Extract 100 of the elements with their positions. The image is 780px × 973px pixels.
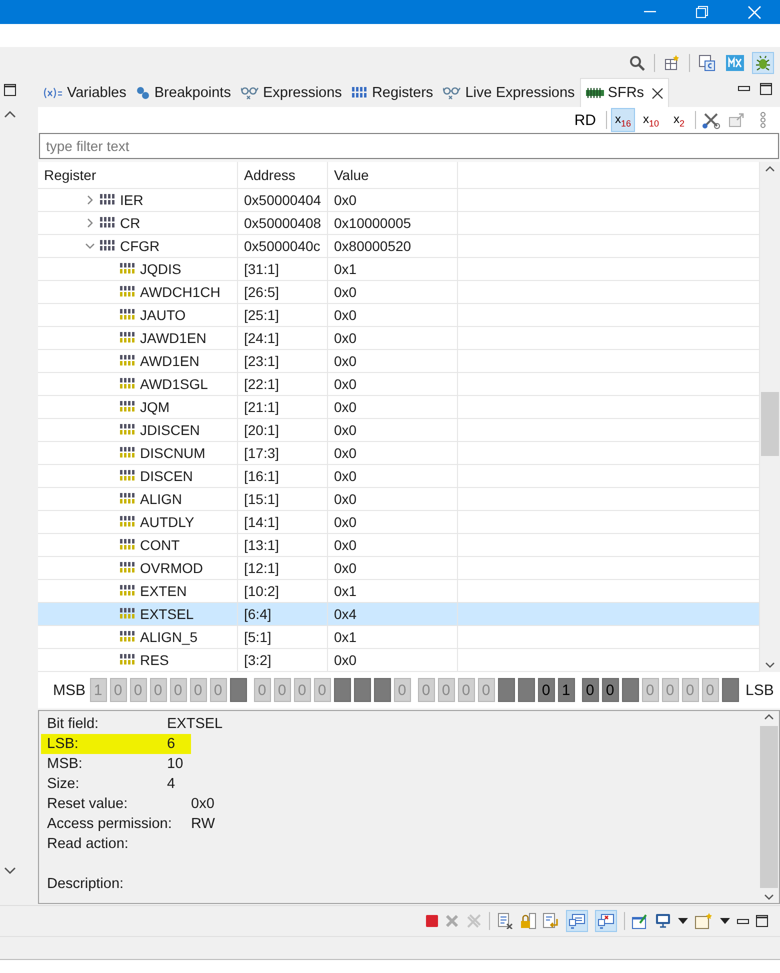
lock-icon[interactable] xyxy=(520,913,536,929)
register-row[interactable]: DISCNUM [17:3] 0x0 xyxy=(38,442,760,465)
document-arrow-icon[interactable] xyxy=(543,913,559,929)
register-row[interactable]: ALIGN [15:1] 0x0 xyxy=(38,488,760,511)
scroll-up-icon[interactable] xyxy=(764,714,774,720)
view-tab[interactable]: Live Expressions xyxy=(438,79,580,107)
register-row[interactable]: ALIGN_5 [5:1] 0x1 xyxy=(38,626,760,649)
view-tab[interactable]: Expressions xyxy=(236,79,347,107)
search-icon[interactable] xyxy=(629,54,645,70)
bitfield-icon xyxy=(120,654,136,666)
maximize-icon[interactable] xyxy=(760,82,772,94)
register-row[interactable]: IER 0x50000404 0x0 xyxy=(38,189,760,212)
document-icon[interactable] xyxy=(497,913,513,929)
new-window-icon[interactable] xyxy=(695,913,713,929)
register-row[interactable]: JAWD1EN [24:1] 0x0 xyxy=(38,327,760,350)
minimize-icon[interactable] xyxy=(737,918,749,924)
column-header[interactable]: Value xyxy=(334,167,369,183)
bitfield-icon xyxy=(120,263,136,275)
register-row[interactable]: EXTSEL [6:4] 0x4 xyxy=(38,603,760,626)
bit-cell: 0 xyxy=(210,678,227,702)
register-row[interactable]: OVRMOD [12:1] 0x0 xyxy=(38,557,760,580)
column-header[interactable]: Register xyxy=(44,167,96,183)
open-perspective-icon[interactable] xyxy=(664,54,680,70)
register-row[interactable]: AWD1SGL [22:1] 0x0 xyxy=(38,373,760,396)
register-row[interactable]: JAUTO [25:1] 0x0 xyxy=(38,304,760,327)
number-format-button[interactable]: x$_{16}$ xyxy=(611,108,635,132)
detail-row-text: MSB: 10 xyxy=(46,755,184,774)
bitfield-icon xyxy=(120,493,136,505)
pin-icon[interactable] xyxy=(632,913,648,929)
msb-label: MSB xyxy=(53,682,86,698)
number-format-button[interactable]: x$_{10}$ xyxy=(639,108,663,132)
view-tab[interactable]: Registers xyxy=(346,79,438,107)
bitfield-icon xyxy=(120,562,136,574)
read-button[interactable]: RD xyxy=(568,112,602,128)
register-name: AWD1EN xyxy=(140,353,200,369)
bug-icon[interactable] xyxy=(755,54,771,70)
view-tab[interactable]: Variables xyxy=(38,79,132,107)
register-icon xyxy=(352,87,368,99)
value-cell: 0x0 xyxy=(334,514,357,530)
value-cell: 0x0 xyxy=(334,537,357,553)
register-row[interactable]: CFGR 0x5000040c 0x80000520 xyxy=(38,235,760,258)
scroll-down-icon[interactable] xyxy=(765,662,775,668)
dropdown-arrow-icon[interactable] xyxy=(720,918,730,924)
register-row[interactable]: JQM [21:1] 0x0 xyxy=(38,396,760,419)
filter-field[interactable]: type filter text xyxy=(39,133,779,159)
register-row[interactable]: CONT [13:1] 0x0 xyxy=(38,534,760,557)
register-row[interactable]: DISCEN [16:1] 0x0 xyxy=(38,465,760,488)
register-row[interactable]: AWDCH1CH [26:5] 0x0 xyxy=(38,281,760,304)
value-cell: 0x0 xyxy=(334,353,357,369)
scroll-up-icon[interactable] xyxy=(765,166,775,172)
register-row[interactable]: CR 0x50000408 0x10000005 xyxy=(38,212,760,235)
scissors-icon[interactable] xyxy=(702,111,720,129)
bit-cell: 0 xyxy=(394,678,411,702)
scroll-down-icon[interactable] xyxy=(764,894,774,900)
more-icon[interactable] xyxy=(760,112,766,128)
register-row[interactable]: JDISCEN [20:1] 0x0 xyxy=(38,419,760,442)
mx-icon[interactable] xyxy=(726,54,744,70)
maximize-icon[interactable] xyxy=(756,915,768,927)
register-name: JAUTO xyxy=(140,307,186,323)
address-cell: [26:5] xyxy=(244,284,280,300)
register-name: DISCNUM xyxy=(140,445,206,461)
bit-cell: 0 xyxy=(458,678,475,702)
monitor-icon[interactable] xyxy=(655,913,671,929)
c-perspective-icon[interactable] xyxy=(699,54,715,70)
bit-cell: 0 xyxy=(190,678,207,702)
bitfield-icon xyxy=(120,470,136,482)
highlighted-row: LSB: 6 xyxy=(41,734,192,754)
number-format-button[interactable]: x$_{2}$ xyxy=(667,108,691,132)
value-cell: 0x0 xyxy=(334,560,357,576)
chevron-up-icon[interactable] xyxy=(4,110,16,118)
chevron-down-icon[interactable] xyxy=(4,867,16,875)
bit-cell: 0 xyxy=(538,678,555,702)
console-error-icon[interactable] xyxy=(598,913,614,929)
address-cell: 0x50000408 xyxy=(244,215,322,231)
minimize-icon[interactable] xyxy=(738,86,750,91)
register-icon xyxy=(100,240,116,252)
address-cell: 0x5000040c xyxy=(244,238,320,254)
view-tab[interactable]: Breakpoints xyxy=(131,79,236,107)
close-icon[interactable] xyxy=(652,88,664,98)
scrollbar-thumb[interactable] xyxy=(760,726,778,888)
maximize-icon[interactable] xyxy=(4,84,16,96)
register-row[interactable]: JQDIS [31:1] 0x1 xyxy=(38,258,760,281)
bit-cell: 0 xyxy=(170,678,187,702)
column-header[interactable]: Address xyxy=(244,167,296,183)
console-icon[interactable] xyxy=(569,913,585,929)
dropdown-arrow-icon[interactable] xyxy=(678,918,688,924)
register-name: AWD1SGL xyxy=(140,376,208,392)
value-cell: 0x80000520 xyxy=(334,238,412,254)
bitfield-icon xyxy=(120,286,136,298)
restore-icon[interactable] xyxy=(696,6,708,18)
detail-row-text: Description: xyxy=(46,875,125,894)
detail-row-text: Size: 4 xyxy=(46,775,176,794)
register-row[interactable]: AUTDLY [14:1] 0x0 xyxy=(38,511,760,534)
view-tab[interactable]: SFRs xyxy=(580,78,670,107)
scrollbar-thumb[interactable] xyxy=(761,392,779,456)
register-icon xyxy=(100,217,116,229)
register-row[interactable]: AWD1EN [23:1] 0x0 xyxy=(38,350,760,373)
detail-row-text: Read action: xyxy=(46,835,130,854)
bitfield-icon xyxy=(120,631,136,643)
bitfield-icon xyxy=(120,516,136,528)
